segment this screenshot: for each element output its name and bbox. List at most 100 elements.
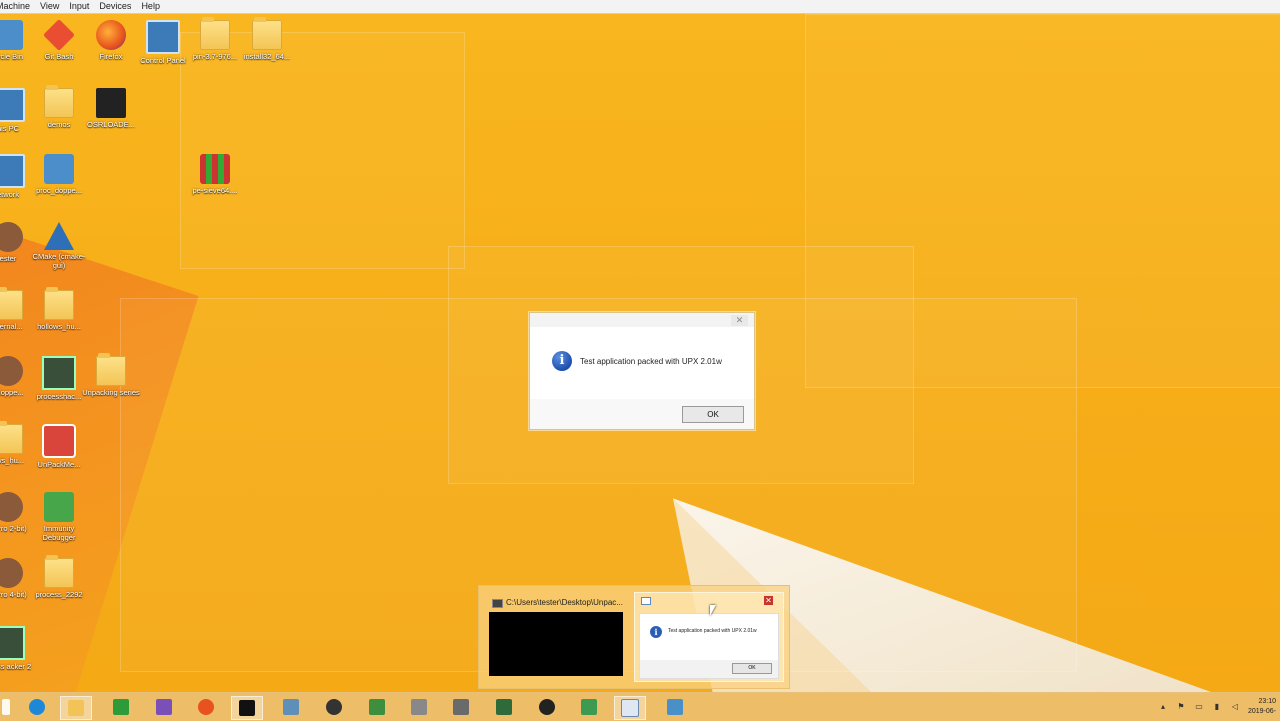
thumbnail-message: Test application packed with UPX 2.01w: [668, 628, 757, 634]
panda-icon: [326, 699, 342, 715]
control-panel-icon: [146, 20, 180, 54]
taskbar-unpackme[interactable]: [614, 696, 646, 720]
taskbar-notepad[interactable]: [574, 696, 604, 718]
folder-icon: [0, 287, 23, 320]
firefox-icon: [96, 20, 126, 50]
console-icon: [239, 700, 255, 716]
user-icon: [0, 222, 23, 252]
menu-input[interactable]: Input: [64, 0, 94, 13]
store-icon: [113, 699, 129, 715]
console-thumbnail-content: [489, 612, 623, 676]
network-icon: [0, 154, 25, 188]
taskbar-visual-studio[interactable]: [149, 696, 179, 718]
battery-icon[interactable]: ▮: [1212, 702, 1222, 712]
info-icon: i: [650, 626, 662, 638]
desktop-icon-unpackme[interactable]: UnPackMe...: [27, 424, 91, 469]
folder-icon: [0, 421, 23, 454]
folder-icon: [44, 555, 74, 588]
desktop-icon-immunity[interactable]: Immunity Debugger: [27, 492, 91, 542]
taskbar-explorer[interactable]: [60, 696, 92, 720]
desktop-icon-install32[interactable]: install32_64...: [235, 17, 299, 61]
message-thumbnail[interactable]: ✕ i Test application packed with UPX 2.0…: [634, 592, 784, 682]
folder-icon: [200, 17, 230, 50]
vm-menu-bar: Machine View Input Devices Help: [0, 0, 1280, 14]
pe-sieve-icon: [200, 154, 230, 184]
thumbnail-close-button[interactable]: ✕: [764, 596, 773, 605]
flag-icon[interactable]: ⚑: [1176, 702, 1186, 712]
osrloader-icon: [96, 88, 126, 118]
ida-icon: [0, 558, 23, 588]
taskbar-grid-app[interactable]: [446, 696, 476, 718]
desktop-icon-cmake[interactable]: CMake (cmake-gui): [27, 222, 91, 270]
message-thumbnail-content: i Test application packed with UPX 2.01w…: [639, 613, 779, 679]
taskbar-ie[interactable]: [22, 696, 52, 718]
menu-help[interactable]: Help: [136, 0, 165, 13]
close-button[interactable]: ✕: [731, 315, 748, 326]
desktop-icon-proc-doppe[interactable]: proc_doppe...: [27, 154, 91, 195]
menu-view[interactable]: View: [35, 0, 64, 13]
taskbar-firefox[interactable]: [191, 696, 221, 718]
firefox-icon: [198, 699, 214, 715]
recycle-bin-icon: [0, 20, 23, 50]
volume-icon[interactable]: ◁: [1230, 702, 1240, 712]
clock-date: 2019-06-: [1247, 708, 1276, 715]
file-explorer-icon: [68, 700, 84, 716]
taskbar-debugger[interactable]: [532, 696, 562, 718]
taskbar-misc[interactable]: [660, 696, 690, 718]
thumbnail-ok: OK: [732, 663, 772, 674]
taskbar-processhacker[interactable]: [489, 696, 519, 718]
taskbar: ▴ ⚑ ▭ ▮ ◁ 23:10 2019-06-: [0, 692, 1280, 721]
ghost-window: [180, 32, 465, 269]
taskbar-pe-bear[interactable]: [276, 696, 306, 718]
desktop-icon-hollows-hu[interactable]: hollows_hu...: [27, 287, 91, 331]
archive-icon: [411, 699, 427, 715]
processhacker-icon: [0, 626, 25, 660]
git-icon: [43, 19, 75, 51]
chevron-up-icon[interactable]: ▴: [1158, 702, 1168, 712]
taskbar-store[interactable]: [106, 696, 136, 718]
cmake-icon: [44, 222, 74, 250]
console-thumbnail[interactable]: C:\Users\tester\Desktop\Unpac...: [489, 596, 627, 678]
clock[interactable]: 23:10 2019-06-: [1248, 697, 1280, 717]
taskbar-tool[interactable]: [362, 696, 392, 718]
grid-app-icon: [453, 699, 469, 715]
visual-studio-icon: [156, 699, 172, 715]
message-box-footer: OK: [530, 399, 754, 429]
processhacker-icon: [496, 699, 512, 715]
folder-icon: [96, 353, 126, 386]
taskbar-preview: C:\Users\tester\Desktop\Unpac... ✕ i Tes…: [478, 585, 790, 689]
desktop-icon-pe-sieve[interactable]: pe-sieve64....: [183, 154, 247, 195]
taskbar-panda[interactable]: [319, 696, 349, 718]
folder-icon: [252, 17, 282, 50]
unpackme-icon: [42, 424, 76, 458]
message-thumbnail-title: ✕: [635, 593, 783, 607]
bug-icon: [539, 699, 555, 715]
mouse-cursor: [710, 605, 716, 616]
notepad-icon: [581, 699, 597, 715]
pe-tool-icon: [283, 699, 299, 715]
desktop-icon-osrloader[interactable]: OSRLOADE...: [79, 88, 143, 129]
windows-icon: [2, 699, 10, 715]
menu-machine[interactable]: Machine: [0, 0, 35, 13]
network-tray-icon[interactable]: ▭: [1194, 702, 1204, 712]
folder-icon: [44, 287, 74, 320]
tool-icon: [369, 699, 385, 715]
misc-app-icon: [667, 699, 683, 715]
immunity-icon: [44, 492, 74, 522]
message-box-titlebar[interactable]: ✕: [530, 313, 754, 327]
message-text: Test application packed with UPX 2.01w: [580, 357, 722, 366]
desktop-icon-process-2292[interactable]: process_2292: [27, 555, 91, 599]
message-box: ✕ i Test application packed with UPX 2.0…: [529, 312, 755, 430]
processhacker-icon: [42, 356, 76, 390]
folder-icon: [44, 85, 74, 118]
desktop-icon-unpacking-series[interactable]: Unpacking series: [79, 353, 143, 397]
ok-button[interactable]: OK: [682, 406, 744, 423]
taskbar-archive[interactable]: [404, 696, 434, 718]
start-button[interactable]: [0, 696, 12, 718]
system-tray: ▴ ⚑ ▭ ▮ ◁ 23:10 2019-06-: [1158, 693, 1280, 721]
clock-time: 23:10: [1258, 698, 1276, 705]
taskbar-cmd[interactable]: [231, 696, 263, 720]
menu-devices[interactable]: Devices: [94, 0, 136, 13]
console-thumbnail-title: C:\Users\tester\Desktop\Unpac...: [489, 596, 627, 610]
desktop-icon-process-hacker[interactable]: ocess acker 2: [0, 626, 40, 671]
